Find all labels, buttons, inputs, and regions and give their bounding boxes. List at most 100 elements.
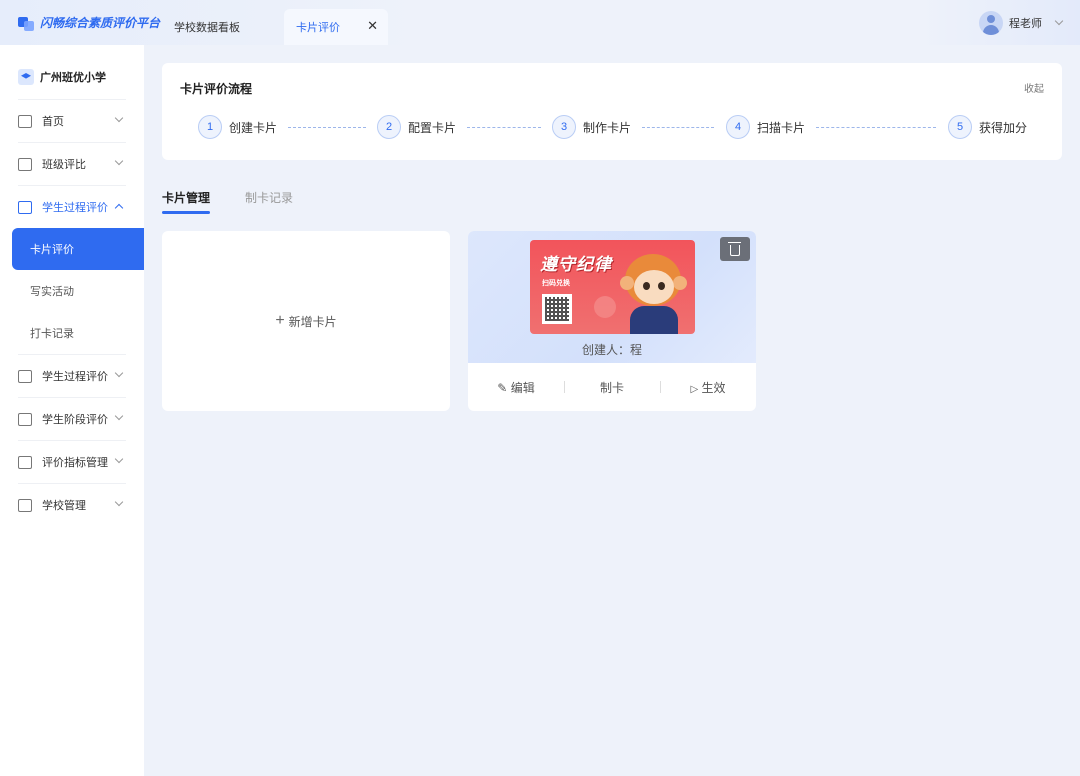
chevron-down-icon (114, 497, 124, 507)
person-icon (18, 157, 32, 171)
sidebar-item-label: 评价指标管理 (42, 457, 108, 469)
school-name: 广州班优小学 (40, 72, 106, 84)
tab-label: 学校数据看板 (174, 22, 240, 34)
sidebar-subitem-activity[interactable]: 写实活动 (12, 270, 144, 312)
step-number: 4 (726, 115, 750, 139)
card-image-title: 遵守纪律 (540, 255, 612, 274)
sidebar-item-student-process-2[interactable]: 学生过程评价 (18, 354, 126, 397)
card-preview-area: 遵守纪律 扫码兑换 创建人：程 (468, 231, 756, 363)
active-tab-indicator (162, 211, 210, 214)
step-label: 获得加分 (979, 120, 1028, 135)
trash-icon (728, 242, 741, 256)
flow-title: 卡片评价流程 (180, 82, 253, 96)
user-name: 程老师 (1009, 18, 1042, 30)
sidebar-item-label: 学校管理 (42, 500, 86, 512)
tab-card-records[interactable]: 制卡记录 (245, 189, 293, 206)
sidebar-item-label: 学生过程评价 (42, 371, 108, 383)
step-label: 创建卡片 (229, 120, 278, 135)
monkey-body (630, 306, 678, 334)
step-number: 2 (377, 115, 401, 139)
collapse-button[interactable]: 收起 (1024, 80, 1044, 95)
document-icon (18, 498, 32, 512)
monkey-face (634, 270, 674, 304)
app-logo[interactable]: 闪畅综合素质评价平台 (18, 14, 160, 31)
decoration-bubble (594, 296, 616, 318)
play-icon: ▷ (690, 383, 699, 395)
flow-step-3: 3 制作卡片 (552, 115, 631, 139)
chevron-down-icon (114, 156, 124, 166)
make-card-button[interactable]: 制卡 (564, 379, 660, 396)
add-card-button[interactable]: + 新增卡片 (162, 231, 450, 411)
activate-card-button[interactable]: ▷ 生效 (660, 379, 756, 396)
message-icon (18, 412, 32, 426)
sidebar-item-student-process[interactable]: 学生过程评价 (18, 185, 126, 228)
school-name-row: 广州班优小学 (18, 69, 106, 85)
card-image-subtitle: 扫码兑换 (542, 280, 570, 287)
step-connector (467, 127, 541, 128)
flow-step-5: 5 获得加分 (948, 115, 1027, 139)
flow-step-2: 2 配置卡片 (377, 115, 456, 139)
sidebar-item-indicators[interactable]: 评价指标管理 (18, 440, 126, 483)
top-bar: 闪畅综合素质评价平台 学校数据看板 卡片评价 ✕ 程老师 (0, 0, 1080, 45)
sidebar-item-label: 首页 (42, 116, 64, 128)
edit-label: 编辑 (510, 380, 535, 395)
activate-label: 生效 (701, 380, 726, 395)
chevron-down-icon (1054, 16, 1064, 26)
flow-step-1: 1 创建卡片 (198, 115, 277, 139)
tab-card-evaluation[interactable]: 卡片评价 ✕ (284, 9, 388, 45)
chevron-down-icon (114, 113, 124, 123)
step-number: 5 (948, 115, 972, 139)
logo-icon (18, 15, 34, 31)
step-label: 制作卡片 (583, 120, 632, 135)
tab-card-management[interactable]: 卡片管理 (162, 189, 210, 206)
card-item: 遵守纪律 扫码兑换 创建人：程 ✎ 编辑 制卡 ▷ 生效 (468, 231, 756, 411)
step-number: 3 (552, 115, 576, 139)
sidebar: 广州班优小学 首页 班级评比 学生过程评价 卡片评价 写实活动 打卡记录 学生过… (0, 45, 144, 776)
user-menu[interactable]: 程老师 (979, 11, 1064, 35)
sidebar-subitem-checkin[interactable]: 打卡记录 (12, 312, 144, 354)
sidebar-subitem-card-evaluation[interactable]: 卡片评价 (12, 228, 144, 270)
step-label: 配置卡片 (408, 120, 457, 135)
tab-school-dashboard[interactable]: 学校数据看板 (162, 9, 282, 45)
flow-step-4: 4 扫描卡片 (726, 115, 805, 139)
monkey-eye (643, 282, 650, 290)
sidebar-subitem-label: 写实活动 (30, 286, 74, 298)
sidebar-subitem-label: 打卡记录 (30, 328, 74, 340)
plus-icon: + (275, 312, 285, 329)
monkey-eye (658, 282, 665, 290)
sidebar-subitem-label: 卡片评价 (30, 244, 74, 256)
card-creator: 创建人：程 (581, 343, 642, 357)
add-card-label: 新增卡片 (288, 314, 337, 329)
message-icon (18, 455, 32, 469)
avatar (979, 11, 1003, 35)
make-card-label: 制卡 (599, 380, 624, 395)
card-image: 遵守纪律 扫码兑换 (530, 240, 695, 334)
qr-code-icon (542, 294, 572, 324)
sidebar-item-label: 学生过程评价 (42, 202, 108, 214)
document-icon (18, 369, 32, 383)
sidebar-item-class-ranking[interactable]: 班级评比 (18, 142, 126, 185)
home-icon (18, 114, 32, 128)
chevron-down-icon (114, 368, 124, 378)
sidebar-item-home[interactable]: 首页 (18, 99, 126, 142)
app-name: 闪畅综合素质评价平台 (40, 16, 161, 30)
sidebar-item-student-stage[interactable]: 学生阶段评价 (18, 397, 126, 440)
step-number: 1 (198, 115, 222, 139)
step-connector (816, 127, 936, 128)
step-connector (642, 127, 714, 128)
pencil-icon: ✎ (497, 380, 508, 395)
monkey-ear (620, 276, 634, 290)
card-actions: ✎ 编辑 制卡 ▷ 生效 (468, 363, 756, 411)
delete-card-button[interactable] (720, 237, 750, 261)
step-label: 扫描卡片 (757, 120, 806, 135)
school-icon (18, 69, 34, 85)
edit-card-button[interactable]: ✎ 编辑 (468, 379, 564, 396)
card-evaluation-flow: 卡片评价流程 收起 1 创建卡片 2 配置卡片 3 制作卡片 4 扫描卡片 5 … (162, 63, 1062, 160)
close-icon[interactable]: ✕ (367, 19, 378, 33)
document-icon (18, 200, 32, 214)
sidebar-item-label: 学生阶段评价 (42, 414, 108, 426)
monkey-ear (673, 276, 687, 290)
sidebar-item-label: 班级评比 (42, 159, 86, 171)
sidebar-item-school-management[interactable]: 学校管理 (18, 483, 126, 526)
step-connector (288, 127, 366, 128)
